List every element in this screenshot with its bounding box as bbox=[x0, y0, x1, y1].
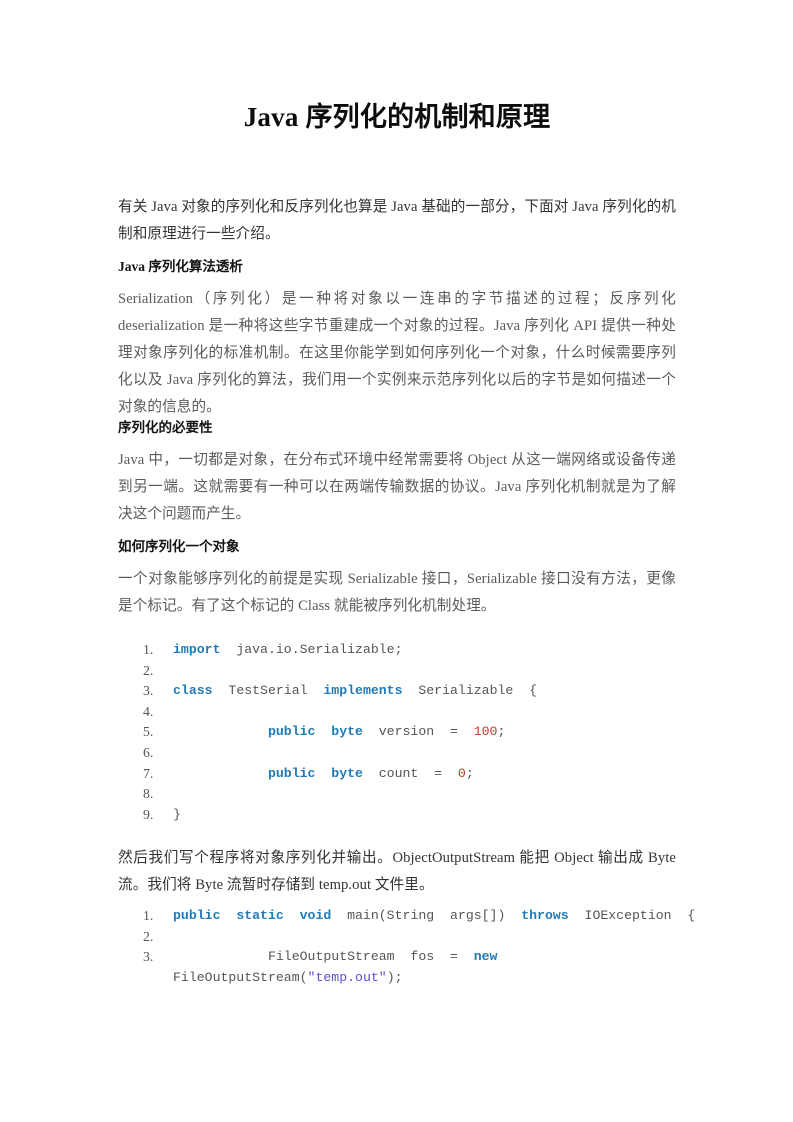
section-body: 一个对象能够序列化的前提是实现 Serializable 接口，Serializ… bbox=[118, 570, 676, 614]
code-token-kw: static bbox=[236, 908, 284, 923]
intro-paragraph: 有关 Java 对象的序列化和反序列化也算是 Java 基础的一部分，下面对 J… bbox=[118, 199, 676, 242]
code-token-kw: new bbox=[473, 949, 498, 965]
code-token-kw: public bbox=[267, 724, 316, 740]
intro-paragraph-block: 有关 Java 对象的序列化和反序列化也算是 Java 基础的一部分，下面对 J… bbox=[118, 194, 676, 248]
code-line bbox=[141, 661, 676, 682]
code-token-plain: TestSerial bbox=[212, 683, 324, 699]
section-necessity: 序列化的必要性 Java 中，一切都是对象，在分布式环境中经常需要将 Objec… bbox=[118, 419, 676, 528]
code-line: public byte count = 0; bbox=[141, 764, 676, 785]
section-heading: Java 序列化算法透析 bbox=[118, 259, 243, 274]
code-block-1: import java.io.Serializable; class TestS… bbox=[141, 640, 676, 825]
section-serialization-algorithm: Java 序列化算法透析 Serialization（序列化）是一种将对象以一连… bbox=[118, 258, 676, 421]
page-title: Java 序列化的机制和原理 bbox=[243, 102, 551, 132]
document-page: Java 序列化的机制和原理 有关 Java 对象的序列化和反序列化也算是 Ja… bbox=[0, 0, 793, 1122]
section-heading: 序列化的必要性 bbox=[118, 420, 213, 435]
code-token-kw: implements bbox=[323, 683, 403, 699]
code-line: public byte version = 100; bbox=[141, 722, 676, 743]
code-line: public static void main(String args[]) t… bbox=[141, 906, 699, 927]
code-token-plain: FileOutputStream fos = bbox=[173, 949, 474, 965]
code-line: import java.io.Serializable; bbox=[141, 640, 676, 661]
code-token-plain: version = bbox=[362, 724, 474, 740]
code-token-plain: ); bbox=[386, 969, 403, 985]
code-token-plain: main(String args[]) bbox=[331, 908, 522, 923]
code-token-kw: import bbox=[173, 642, 221, 657]
code-token-kw: byte bbox=[331, 724, 363, 740]
code-line bbox=[141, 702, 676, 723]
code-token-plain: IOException { bbox=[568, 908, 696, 923]
code-line: FileOutputStream fos = new FileOutputStr… bbox=[141, 947, 699, 988]
section-body: Java 中，一切都是对象，在分布式环境中经常需要将 Object 从这一端网络… bbox=[118, 451, 676, 522]
code-token-plain: java.io.Serializable; bbox=[220, 642, 403, 657]
code-token-kw: public bbox=[173, 908, 221, 923]
paragraph-after-code-1: 然后我们写个程序将对象序列化并输出。ObjectOutputStream 能把 … bbox=[118, 850, 676, 893]
code-token-kw: throws bbox=[521, 908, 569, 923]
code-token-kw: public bbox=[267, 765, 316, 781]
code-line bbox=[141, 784, 676, 805]
code-line: class TestSerial implements Serializable… bbox=[141, 681, 676, 702]
code-token-plain: count = bbox=[362, 765, 458, 781]
code-token-str: "temp.out" bbox=[307, 969, 387, 985]
code-token-kw: void bbox=[299, 908, 332, 923]
section-body: Serialization（序列化）是一种将对象以一连串的字节描述的过程；反序列… bbox=[118, 290, 676, 415]
section-heading: 如何序列化一个对象 bbox=[118, 539, 240, 554]
code-token-plain: ; bbox=[465, 765, 474, 781]
code-line: } bbox=[141, 805, 676, 826]
code-block-1-wrapper: import java.io.Serializable; class TestS… bbox=[141, 640, 676, 825]
code-line bbox=[141, 743, 676, 764]
code-block-2-wrapper: public static void main(String args[]) t… bbox=[141, 906, 699, 988]
code-line bbox=[141, 927, 699, 948]
code-token-kw: byte bbox=[331, 765, 363, 781]
code-token-plain: Serializable { bbox=[402, 683, 538, 699]
paragraph-after-code-1-block: 然后我们写个程序将对象序列化并输出。ObjectOutputStream 能把 … bbox=[118, 845, 676, 899]
code-token-num: 100 bbox=[473, 724, 498, 740]
code-token-plain: } bbox=[173, 806, 181, 822]
section-how-to-serialize: 如何序列化一个对象 一个对象能够序列化的前提是实现 Serializable 接… bbox=[118, 538, 676, 620]
code-token-num: 0 bbox=[457, 765, 466, 781]
code-token-kw: class bbox=[173, 683, 213, 699]
code-block-2: public static void main(String args[]) t… bbox=[141, 906, 699, 988]
code-token-plain: ; bbox=[497, 724, 506, 740]
